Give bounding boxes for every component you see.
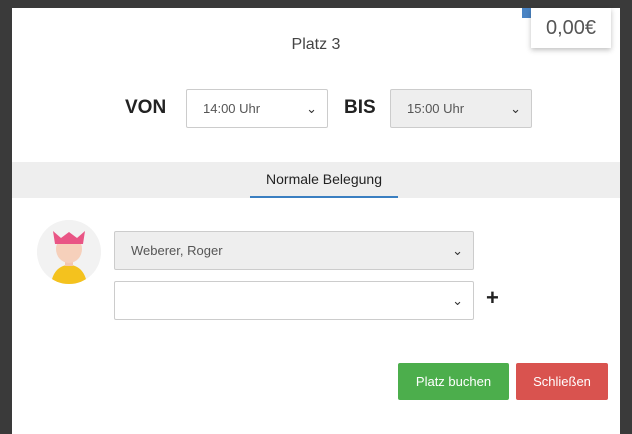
close-button[interactable]: Schließen (516, 363, 608, 400)
player1-select[interactable]: Weberer, Roger ⌄ (114, 231, 474, 270)
book-court-button[interactable]: Platz buchen (398, 363, 509, 400)
chevron-down-icon: ⌄ (452, 242, 463, 258)
add-player-plus-icon[interactable]: + (486, 285, 499, 311)
court-title: Platz 3 (291, 36, 341, 53)
chevron-down-icon: ⌄ (452, 292, 463, 308)
chevron-down-icon: ⌄ (306, 100, 317, 116)
person-avatar-icon (37, 220, 101, 284)
to-time-select[interactable]: 15:00 Uhr ⌄ (390, 89, 532, 128)
to-label: BIS (344, 97, 376, 118)
to-time-value: 15:00 Uhr (407, 101, 465, 116)
tab-normale-belegung[interactable]: Normale Belegung (250, 162, 398, 198)
chevron-down-icon: ⌄ (510, 100, 521, 116)
from-time-select[interactable]: 14:00 Uhr ⌄ (186, 89, 328, 128)
avatar (37, 220, 101, 284)
player1-value: Weberer, Roger (131, 243, 223, 258)
from-time-value: 14:00 Uhr (203, 101, 261, 116)
player2-select[interactable]: ⌄ (114, 281, 474, 320)
from-label: VON (125, 97, 167, 118)
